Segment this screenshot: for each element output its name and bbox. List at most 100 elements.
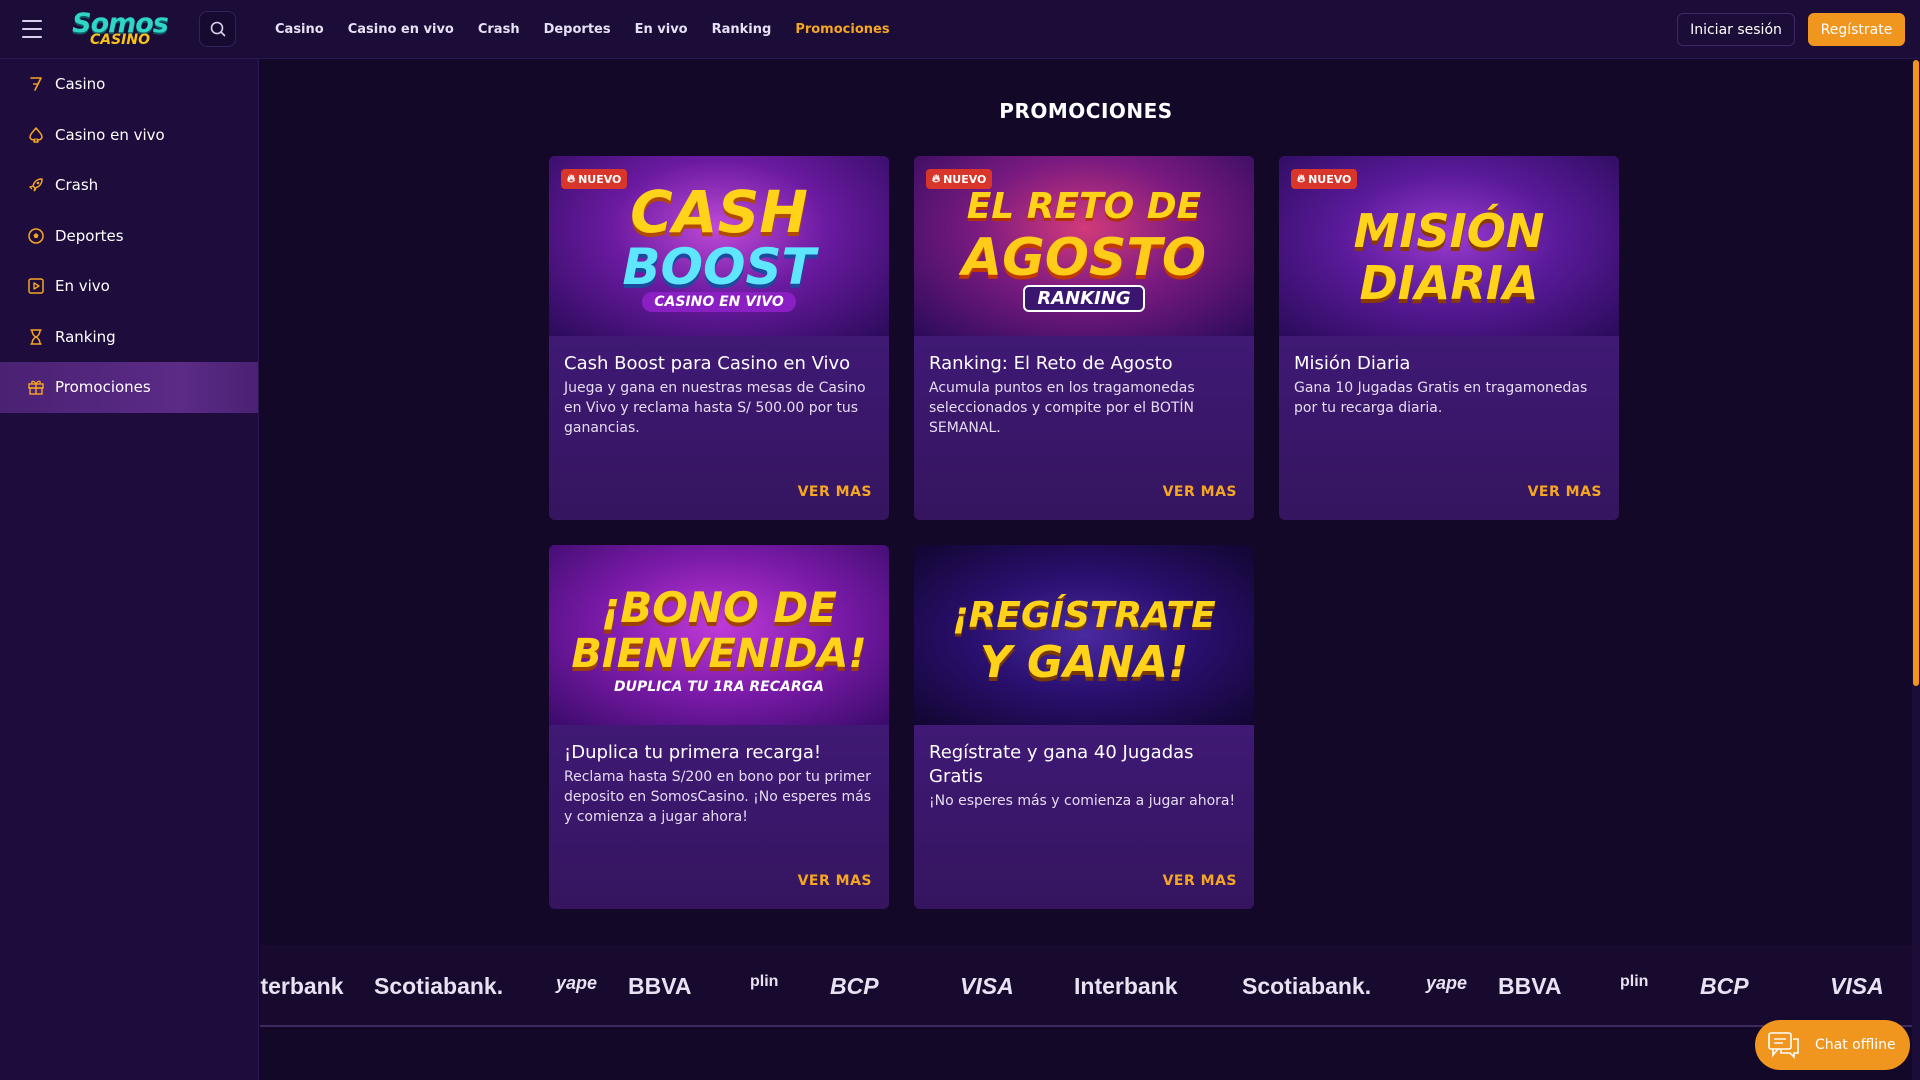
promo-description: ¡No esperes más y comienza a jugar ahora…	[929, 793, 1236, 809]
menu-icon[interactable]	[22, 20, 42, 38]
ver-mas-link[interactable]: VER MAS	[1163, 873, 1237, 889]
partner-logo: plin	[1620, 973, 1649, 990]
seven-icon	[30, 77, 42, 92]
promo-description: Reclama hasta S/200 en bono por tu prime…	[564, 769, 871, 825]
sidebar-item-crash[interactable]: Crash	[0, 160, 258, 211]
partner-logo: Interbank	[1074, 973, 1178, 999]
promo-description: Acumula puntos en los tragamonedas selec…	[929, 380, 1195, 436]
promo-card-mision-diaria[interactable]: MISIÓN DIARIA 🔥︎ NUEVO Misión Diaria Gana…	[1279, 156, 1619, 520]
top-bar: Somos CASINO Casino Casino en vivo Crash…	[0, 0, 1920, 59]
partner-logo: BBVA	[1498, 973, 1562, 999]
new-badge: 🔥︎ NUEVO	[926, 169, 993, 189]
partner-logo: VISA	[1830, 973, 1884, 999]
promo-banner: ¡REGÍSTRATE Y GANA!	[914, 545, 1254, 725]
banner-title: EL RETO DE	[966, 186, 1202, 227]
partner-logo: Scotiabank.	[1242, 973, 1372, 999]
partner-logo: BCP	[1700, 973, 1749, 999]
promo-title: Misión Diaria	[1294, 353, 1411, 374]
play-icon	[28, 278, 44, 294]
partner-logo: yape	[556, 973, 598, 993]
search-button[interactable]	[199, 11, 236, 47]
main-content: PROMOCIONES CASH BOOST CASINO EN VIVO 🔥︎…	[260, 59, 1912, 1080]
partner-logo: plin	[750, 973, 779, 990]
spade-icon	[29, 127, 43, 143]
nav-casino[interactable]: Casino	[275, 22, 324, 37]
promo-card-registrate[interactable]: ¡REGÍSTRATE Y GANA! Regístrate y gana 40…	[914, 545, 1254, 909]
partner-logo: VISA	[960, 973, 1014, 999]
fire-icon: 🔥︎	[932, 172, 941, 185]
banner-subtitle: BIENVENIDA!	[571, 631, 867, 677]
banner-tag: DUPLICA TU 1RA RECARGA	[614, 679, 824, 695]
soccer-ball-icon	[28, 228, 44, 244]
partner-logo: BBVA	[628, 973, 692, 999]
sidebar-item-label: Crash	[55, 176, 99, 195]
scrollbar[interactable]	[1912, 60, 1920, 1080]
banner-title: MISIÓN	[1353, 204, 1545, 258]
logo[interactable]: Somos CASINO	[72, 6, 169, 50]
search-icon	[210, 21, 225, 37]
sidebar-item-casino[interactable]: Casino	[0, 59, 258, 110]
page-title: PROMOCIONES	[999, 99, 1173, 123]
trophy-icon	[30, 329, 42, 345]
sidebar-item-label: Deportes	[55, 226, 124, 245]
sidebar-item-en-vivo[interactable]: En vivo	[0, 261, 258, 312]
promo-description: Gana 10 Jugadas Gratis en tragamonedas p…	[1294, 380, 1588, 416]
new-badge: 🔥︎ NUEVO	[1291, 169, 1358, 189]
new-badge: 🔥︎ NUEVO	[561, 169, 628, 189]
badge-label: NUEVO	[1308, 172, 1352, 186]
promo-card-bono-bienvenida[interactable]: ¡BONO DE BIENVENIDA! DUPLICA TU 1RA RECA…	[549, 545, 889, 909]
partner-logo: yape	[1426, 973, 1468, 993]
sidebar-item-deportes[interactable]: Deportes	[0, 211, 258, 262]
ver-mas-link[interactable]: VER MAS	[1163, 484, 1237, 500]
banner-subtitle: Y GANA!	[979, 637, 1189, 688]
scrollbar-thumb[interactable]	[1913, 60, 1919, 686]
sidebar-item-promociones[interactable]: Promociones	[0, 362, 258, 413]
promo-title: Ranking: El Reto de Agosto	[929, 353, 1173, 374]
nav-promociones[interactable]: Promociones	[795, 22, 889, 37]
register-button[interactable]: Regístrate	[1808, 13, 1905, 46]
sidebar-item-casino-en-vivo[interactable]: Casino en vivo	[0, 110, 258, 161]
promo-banner: MISIÓN DIARIA 🔥︎ NUEVO	[1279, 156, 1619, 336]
nav-ranking[interactable]: Ranking	[712, 22, 772, 37]
badge-label: NUEVO	[943, 172, 987, 186]
banner-tag: CASINO EN VIVO	[549, 292, 889, 312]
promo-card-reto-agosto[interactable]: EL RETO DE AGOSTO RANKING 🔥︎ NUEVO Rankin…	[914, 156, 1254, 520]
top-nav: Casino Casino en vivo Crash Deportes En …	[275, 0, 890, 59]
banner-title: ¡REGÍSTRATE	[952, 595, 1216, 636]
promo-title: ¡Duplica tu primera recarga!	[564, 742, 822, 763]
banner-tag-label: RANKING	[1023, 285, 1145, 312]
banner-subtitle: AGOSTO	[961, 228, 1207, 288]
banner-subtitle: DIARIA	[1359, 256, 1539, 310]
chat-icon	[1768, 1032, 1799, 1059]
banner-title: ¡BONO DE	[601, 583, 837, 632]
sidebar-item-label: Casino	[55, 75, 106, 94]
payment-partners-strip: Interbank Scotiabank. yape BBVA plin BCP…	[260, 945, 1920, 1027]
nav-casino-en-vivo[interactable]: Casino en vivo	[348, 22, 454, 37]
login-button[interactable]: Iniciar sesión	[1677, 13, 1795, 46]
partner-logo: Interbank	[260, 973, 344, 999]
promo-description: Juega y gana en nuestras mesas de Casino…	[564, 380, 866, 436]
nav-crash[interactable]: Crash	[478, 22, 520, 37]
ver-mas-link[interactable]: VER MAS	[798, 484, 872, 500]
promo-title: Regístrate y gana 40 Jugadas Gratis	[929, 742, 1194, 787]
nav-deportes[interactable]: Deportes	[544, 22, 611, 37]
sidebar-item-ranking[interactable]: Ranking	[0, 312, 258, 363]
banner-tag: RANKING	[914, 285, 1254, 312]
partner-logo: BCP	[830, 973, 879, 999]
fire-icon: 🔥︎	[1297, 172, 1306, 185]
sidebar-item-label: Casino en vivo	[55, 125, 165, 144]
ver-mas-link[interactable]: VER MAS	[1528, 484, 1602, 500]
promo-banner: ¡BONO DE BIENVENIDA! DUPLICA TU 1RA RECA…	[549, 545, 889, 725]
banner-subtitle: BOOST	[622, 238, 816, 296]
sidebar-item-label: Ranking	[55, 327, 116, 346]
chat-label: Chat offline	[1815, 1037, 1896, 1053]
promo-card-cash-boost[interactable]: CASH BOOST CASINO EN VIVO 🔥︎ NUEVO Cash B…	[549, 156, 889, 520]
fire-icon: 🔥︎	[567, 172, 576, 185]
sidebar-item-label: En vivo	[55, 277, 110, 296]
logo-subtext: CASINO	[89, 31, 151, 48]
sidebar-item-label: Promociones	[55, 378, 151, 397]
nav-en-vivo[interactable]: En vivo	[635, 22, 688, 37]
rocket-icon	[28, 178, 43, 192]
chat-button[interactable]: Chat offline	[1755, 1020, 1910, 1070]
ver-mas-link[interactable]: VER MAS	[798, 873, 872, 889]
